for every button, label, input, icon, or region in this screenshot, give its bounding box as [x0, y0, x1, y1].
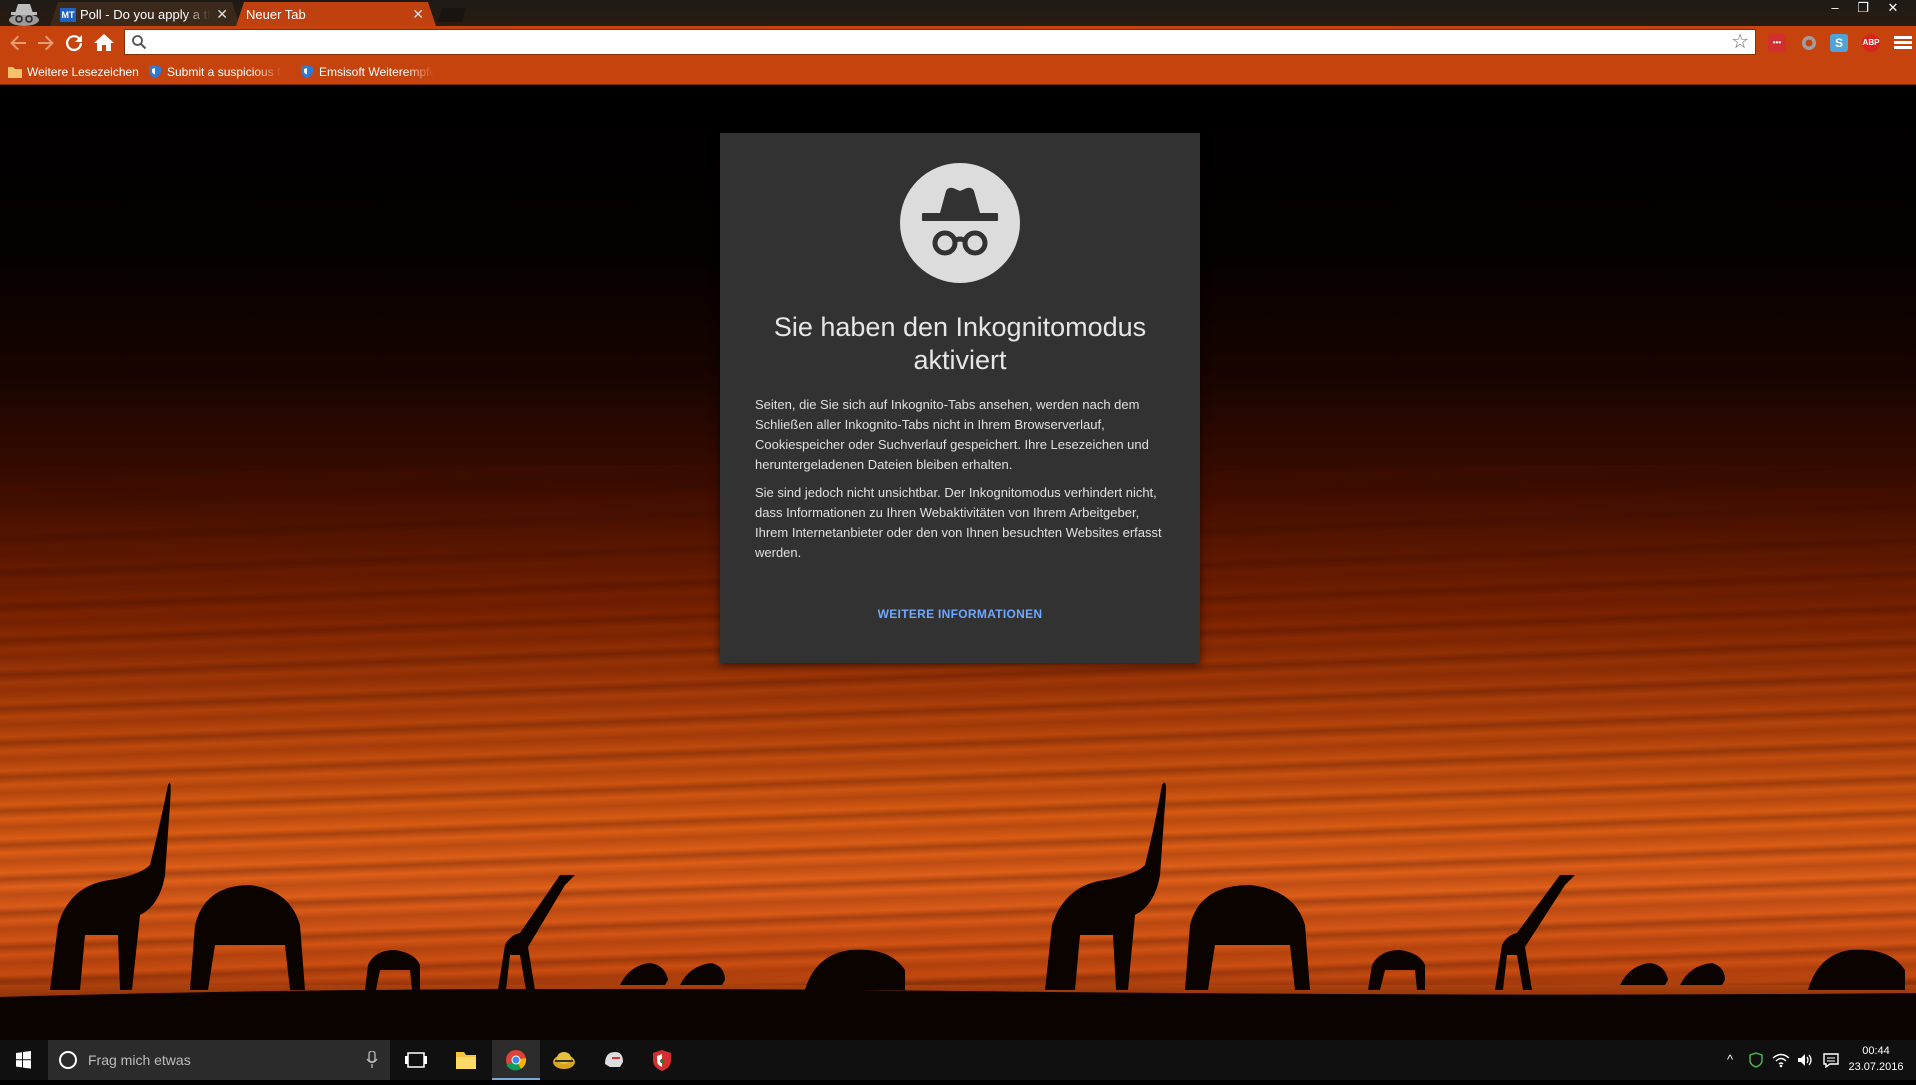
- home-icon: [94, 34, 114, 51]
- emsisoft-shield-icon: [301, 65, 313, 78]
- volume-icon[interactable]: [1796, 1052, 1814, 1068]
- defender-tray-icon[interactable]: [1748, 1052, 1764, 1068]
- zebra-silhouette: [1368, 950, 1425, 990]
- new-tab-page: Sie haben den Inkognitomodus aktiviert S…: [0, 85, 1916, 1040]
- elephant-silhouette: [1045, 782, 1166, 990]
- tab-new-tab[interactable]: Neuer Tab ✕: [236, 2, 436, 26]
- elephant-silhouette: [50, 782, 171, 990]
- clock-date: 23.07.2016: [1848, 1061, 1904, 1073]
- folder-icon: [8, 67, 22, 78]
- bookmark-star-icon[interactable]: ☆: [1731, 31, 1749, 53]
- task-view-icon: [405, 1052, 427, 1068]
- title-bar: MT Poll - Do you apply a them ✕ Neuer Tab…: [0, 0, 1916, 26]
- incognito-paragraph-1: Seiten, die Sie sich auf Inkognito-Tabs …: [755, 397, 1149, 472]
- giraffe-silhouette: [1495, 875, 1575, 990]
- file-explorer-button[interactable]: [442, 1040, 490, 1080]
- helmet-app-icon: [605, 1052, 623, 1067]
- lastpass-icon[interactable]: •••: [1768, 34, 1786, 52]
- close-window-button[interactable]: ✕: [1880, 0, 1906, 18]
- start-button[interactable]: [0, 1040, 46, 1080]
- emsisoft-taskbar-button[interactable]: [638, 1040, 686, 1080]
- wifi-icon[interactable]: [1772, 1052, 1790, 1068]
- zebra-silhouette: [365, 950, 420, 990]
- address-bar[interactable]: ☆: [124, 29, 1756, 55]
- url-input[interactable]: [151, 32, 1715, 54]
- makeuseof-favicon-icon: MT: [61, 9, 75, 20]
- task-view-button[interactable]: [392, 1040, 440, 1080]
- wildebeest-silhouette: [1680, 963, 1725, 985]
- incognito-avatar-icon: [9, 4, 39, 26]
- incognito-icon: [900, 163, 1020, 283]
- tab-close-icon[interactable]: ✕: [216, 2, 228, 26]
- rhino-silhouette: [1808, 949, 1905, 990]
- tab-label: Neuer Tab: [246, 6, 306, 22]
- giraffe-silhouette: [498, 875, 575, 990]
- tab-poll[interactable]: MT Poll - Do you apply a them ✕: [50, 2, 240, 26]
- restore-button[interactable]: ❐: [1850, 0, 1876, 18]
- app-taskbar-button[interactable]: [540, 1040, 588, 1080]
- wildebeest-silhouette: [620, 963, 668, 985]
- incognito-paragraph-2: Sie sind jedoch nicht unsichtbar. Der In…: [755, 485, 1162, 560]
- app-taskbar-button[interactable]: [590, 1040, 638, 1080]
- forward-arrow-icon: [38, 35, 54, 51]
- windows-taskbar: Frag mich etwas ^ 00:44 23.07.2016: [0, 1040, 1916, 1080]
- adblock-plus-icon[interactable]: ABP: [1862, 34, 1880, 52]
- incognito-title: Sie haben den Inkognitomodus aktiviert: [773, 312, 1147, 375]
- reload-button[interactable]: [62, 31, 86, 55]
- chrome-taskbar-button[interactable]: [492, 1040, 540, 1080]
- search-placeholder: Frag mich etwas: [88, 1052, 191, 1068]
- clock-time: 00:44: [1862, 1045, 1890, 1057]
- rhino-silhouette: [805, 949, 905, 990]
- wildebeest-silhouette: [1620, 963, 1668, 985]
- windows-logo-icon: [16, 1051, 31, 1069]
- hat-app-icon: [553, 1052, 575, 1069]
- show-hidden-icons-button[interactable]: ^: [1722, 1052, 1738, 1068]
- bookmark-emsisoft[interactable]: Emsisoft Weiterempfe: [300, 63, 438, 81]
- cortana-search-box[interactable]: Frag mich etwas: [48, 1040, 390, 1080]
- wildebeest-silhouette: [680, 963, 725, 985]
- forward-button[interactable]: [34, 31, 58, 55]
- back-button[interactable]: [6, 31, 30, 55]
- reload-icon: [66, 35, 83, 52]
- minimize-button[interactable]: –: [1822, 0, 1848, 18]
- incognito-card: Sie haben den Inkognitomodus aktiviert S…: [720, 133, 1200, 663]
- taskbar-clock[interactable]: 00:44 23.07.2016: [1846, 1043, 1906, 1075]
- action-center-icon[interactable]: [1822, 1052, 1840, 1069]
- tab-close-icon[interactable]: ✕: [412, 2, 424, 26]
- bookmark-weitere-lesezeichen[interactable]: Weitere Lesezeichen: [8, 63, 139, 81]
- elephant-silhouette: [190, 885, 305, 990]
- new-tab-button[interactable]: [438, 8, 466, 22]
- bookmarks-bar: Weitere Lesezeichen Submit a suspicious …: [0, 60, 1916, 85]
- microphone-icon[interactable]: [366, 1051, 378, 1069]
- emsisoft-shield-icon: [149, 65, 161, 78]
- chrome-menu-button[interactable]: [1894, 34, 1912, 52]
- tab-label: Poll - Do you apply a them: [80, 6, 208, 22]
- chrome-icon: [506, 1050, 527, 1071]
- learn-more-link[interactable]: WEITERE INFORMATIONEN: [720, 607, 1200, 621]
- folder-icon: [456, 1052, 476, 1069]
- cortana-circle-icon: [59, 1051, 77, 1069]
- emsisoft-shield-icon: [653, 1050, 671, 1071]
- back-arrow-icon: [10, 35, 26, 51]
- elephant-silhouette: [1185, 885, 1310, 990]
- bookmark-submit-suspicious[interactable]: Submit a suspicious fi: [148, 63, 286, 81]
- opera-icon[interactable]: [1800, 34, 1818, 52]
- home-button[interactable]: [92, 31, 116, 55]
- skype-icon[interactable]: S: [1830, 34, 1848, 52]
- browser-toolbar: ☆ ••• S ABP: [0, 26, 1916, 60]
- search-icon: [132, 35, 147, 50]
